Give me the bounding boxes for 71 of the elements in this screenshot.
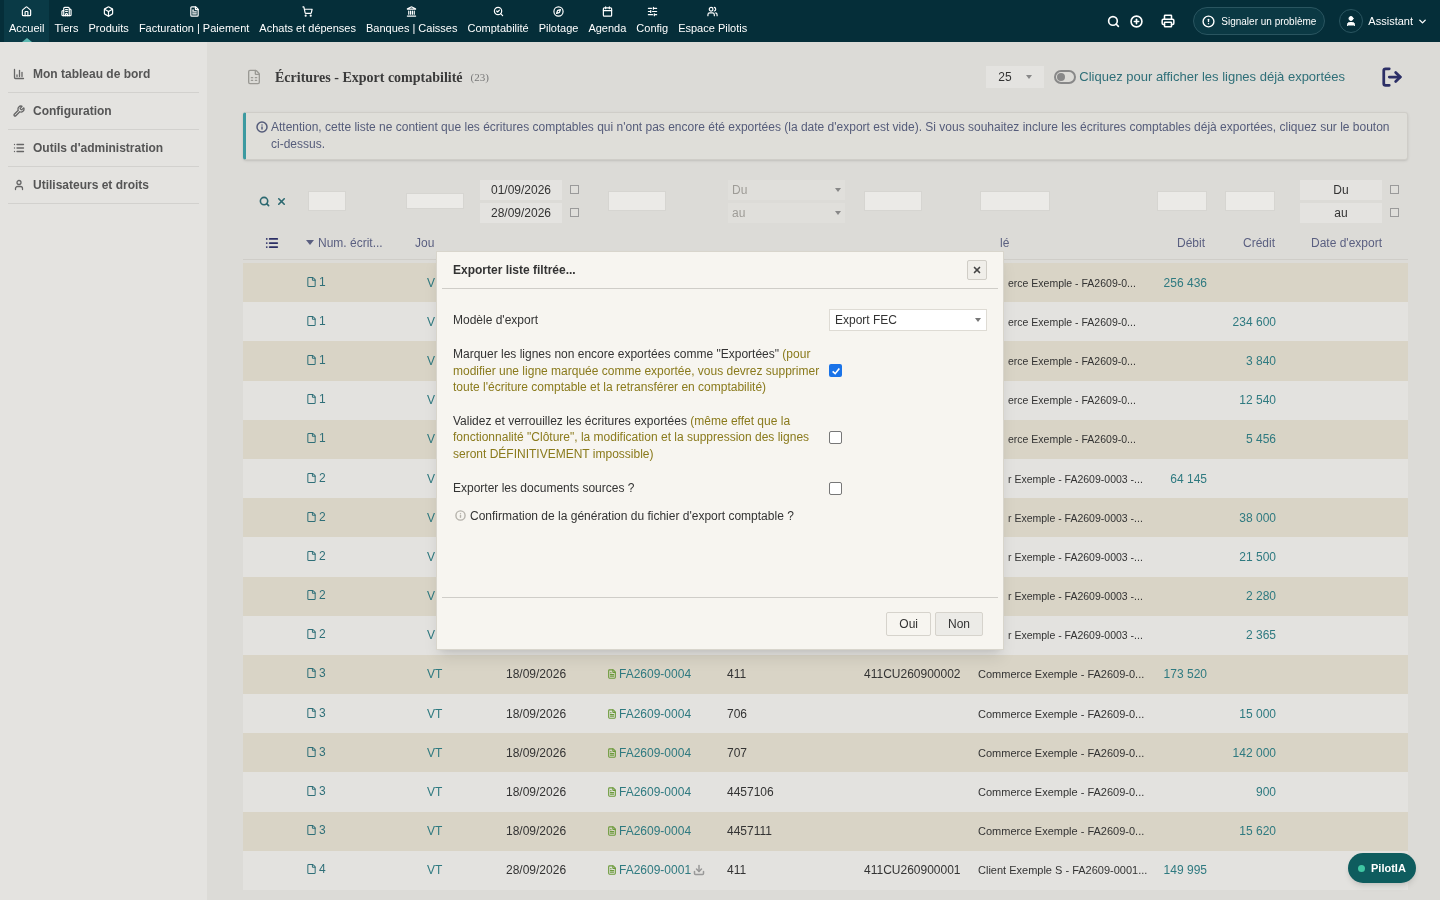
account-number: 707 — [727, 745, 748, 760]
entry-label: r Exemple - FA2609-0003 -... — [1008, 629, 1143, 642]
entry-label: Commerce Exemple - FA2609-0... — [978, 746, 1145, 759]
entry-count: (23) — [470, 69, 489, 85]
journal-code: VT — [427, 667, 443, 682]
confirmation-text: Confirmation de la génération du fichier d'export comptable ? — [470, 507, 794, 525]
journal-code: VT — [427, 824, 443, 839]
entry-label: Commerce Exemple - FA2609-0... — [978, 668, 1145, 681]
credit-amount: 234 600 — [1232, 314, 1276, 329]
journal-code: V — [427, 275, 435, 290]
credit-amount: 12 540 — [1239, 393, 1276, 408]
credit-amount: 900 — [1255, 785, 1276, 800]
entry-label: Client Exemple S - FA2609-0001... — [978, 864, 1148, 877]
alert-text: Attention, cette liste ne contient que les écritures comptables qui n'ont pas encore été exportées (la date d'export est vide). Si vous souhaitez inclure les écritures comptables déjà exportées, cliquez sur le bouton ci-dessus. — [271, 119, 1391, 153]
journal-code: V — [427, 432, 435, 447]
credit-amount: 142 000 — [1232, 745, 1276, 760]
subaccount-number: 411CU260900001 — [864, 863, 961, 878]
entry-label: Commerce Exemple - FA2609-0... — [978, 786, 1145, 799]
debit-amount: 149 995 — [1163, 863, 1207, 878]
option-label: Marquer les lignes non encore exportées comme "Exportées" (pour modifier une ligne marquée comme exportée, vous devrez supprimer toute l'écriture comptable et la retransférer en comptabilité) — [453, 346, 821, 396]
entry-date: 18/09/2026 — [506, 667, 567, 682]
debit-amount: 173 520 — [1163, 667, 1207, 682]
entry-date: 18/09/2026 — [506, 745, 567, 760]
journal-code: VT — [427, 863, 443, 878]
credit-amount: 38 000 — [1239, 510, 1276, 525]
entry-date: 18/09/2026 — [506, 785, 567, 800]
dialog-title: Exporter liste filtrée... — [453, 262, 576, 279]
account-number: 411 — [727, 863, 747, 878]
entry-label: erce Exemple - FA2609-0... — [1008, 276, 1136, 289]
entry-label: r Exemple - FA2609-0003 -... — [1008, 550, 1143, 563]
journal-code: V — [427, 628, 435, 643]
credit-amount: 21 500 — [1239, 549, 1276, 564]
entry-label: erce Exemple - FA2609-0... — [1008, 354, 1136, 367]
journal-code: V — [427, 353, 435, 368]
debit-amount: 256 436 — [1163, 275, 1207, 290]
entry-date: 28/09/2026 — [506, 863, 567, 878]
entry-label: Commerce Exemple - FA2609-0... — [978, 707, 1145, 720]
journal-code: V — [427, 510, 435, 525]
account-number: 706 — [727, 706, 748, 721]
journal-code: V — [427, 471, 435, 486]
credit-amount: 2 280 — [1245, 589, 1276, 604]
journal-code: V — [427, 549, 435, 564]
entry-label: r Exemple - FA2609-0003 -... — [1008, 472, 1143, 485]
journal-code: V — [427, 393, 435, 408]
entry-date: 18/09/2026 — [506, 824, 567, 839]
entry-label: erce Exemple - FA2609-0... — [1008, 315, 1136, 328]
account-number: 4457111 — [727, 824, 772, 839]
credit-amount: 2 365 — [1245, 628, 1276, 643]
credit-amount: 3 840 — [1245, 353, 1276, 368]
entry-date: 18/09/2026 — [506, 706, 567, 721]
journal-code: VT — [427, 706, 443, 721]
credit-amount: 15 000 — [1239, 706, 1276, 721]
option-label: Validez et verrouillez les écritures exportées (même effet que la fonctionnalité "Clôture", la modification et la suppression des lignes seront DÉFINITIVEMENT impossible) — [453, 412, 811, 462]
credit-amount: 5 456 — [1245, 432, 1276, 447]
entry-label: Commerce Exemple - FA2609-0... — [978, 825, 1145, 838]
entry-label: erce Exemple - FA2609-0... — [1008, 433, 1136, 446]
journal-code: V — [427, 314, 435, 329]
account-number: 411 — [727, 667, 747, 682]
field-label: Modèle d'export — [453, 312, 538, 329]
journal-code: VT — [427, 745, 443, 760]
subaccount-number: 411CU260900002 — [864, 667, 961, 682]
journal-code: V — [427, 589, 435, 604]
entry-label: r Exemple - FA2609-0003 -... — [1008, 511, 1143, 524]
page-title: Écritures - Export comptabilité — [275, 68, 463, 87]
entry-label: r Exemple - FA2609-0003 -... — [1008, 590, 1143, 603]
account-number: 4457106 — [727, 785, 774, 800]
entry-label: erce Exemple - FA2609-0... — [1008, 394, 1136, 407]
credit-amount: 15 620 — [1239, 824, 1276, 839]
journal-code: VT — [427, 785, 443, 800]
debit-amount: 64 145 — [1170, 471, 1207, 486]
option-label: Exporter les documents sources ? — [453, 480, 636, 497]
